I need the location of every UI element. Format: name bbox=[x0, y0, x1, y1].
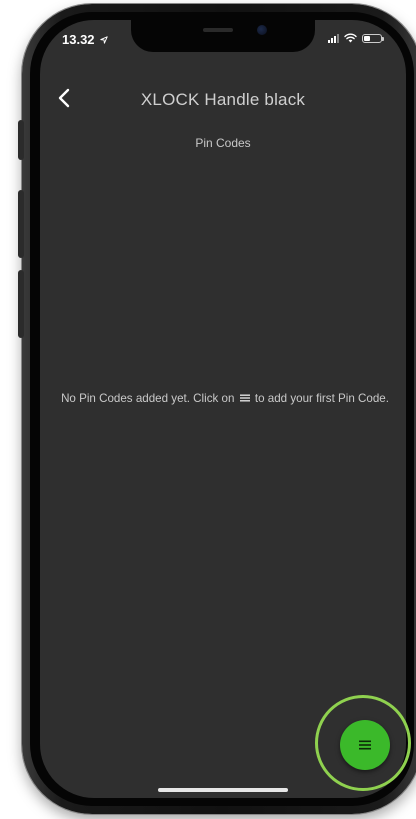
empty-state-text-start: No Pin Codes added yet. Click on bbox=[61, 392, 235, 405]
empty-state-text-end: to add your first Pin Code. bbox=[254, 392, 389, 405]
volume-up-button bbox=[18, 190, 24, 258]
mute-switch bbox=[18, 120, 24, 160]
home-indicator bbox=[158, 788, 288, 792]
page-subtitle: Pin Codes bbox=[195, 136, 251, 150]
battery-icon bbox=[362, 33, 384, 43]
status-bar-icons bbox=[328, 33, 384, 43]
notch bbox=[131, 20, 315, 52]
menu-icon bbox=[359, 740, 371, 750]
add-pin-code-menu-button[interactable] bbox=[340, 720, 390, 770]
signal-icon bbox=[328, 33, 339, 43]
location-arrow-icon bbox=[100, 36, 108, 44]
volume-down-button bbox=[18, 270, 24, 338]
speaker-grille bbox=[203, 28, 233, 32]
wifi-icon bbox=[344, 33, 357, 43]
front-camera bbox=[257, 25, 267, 35]
app-screen: 13.32 XLOCK Handle black Pin Codes No Pi… bbox=[40, 20, 406, 798]
page-title: XLOCK Handle black bbox=[140, 90, 306, 109]
status-bar-time: 13.32 bbox=[62, 32, 108, 47]
menu-icon bbox=[239, 394, 250, 402]
empty-state-message: No Pin Codes added yet. Click on to add … bbox=[46, 392, 404, 406]
